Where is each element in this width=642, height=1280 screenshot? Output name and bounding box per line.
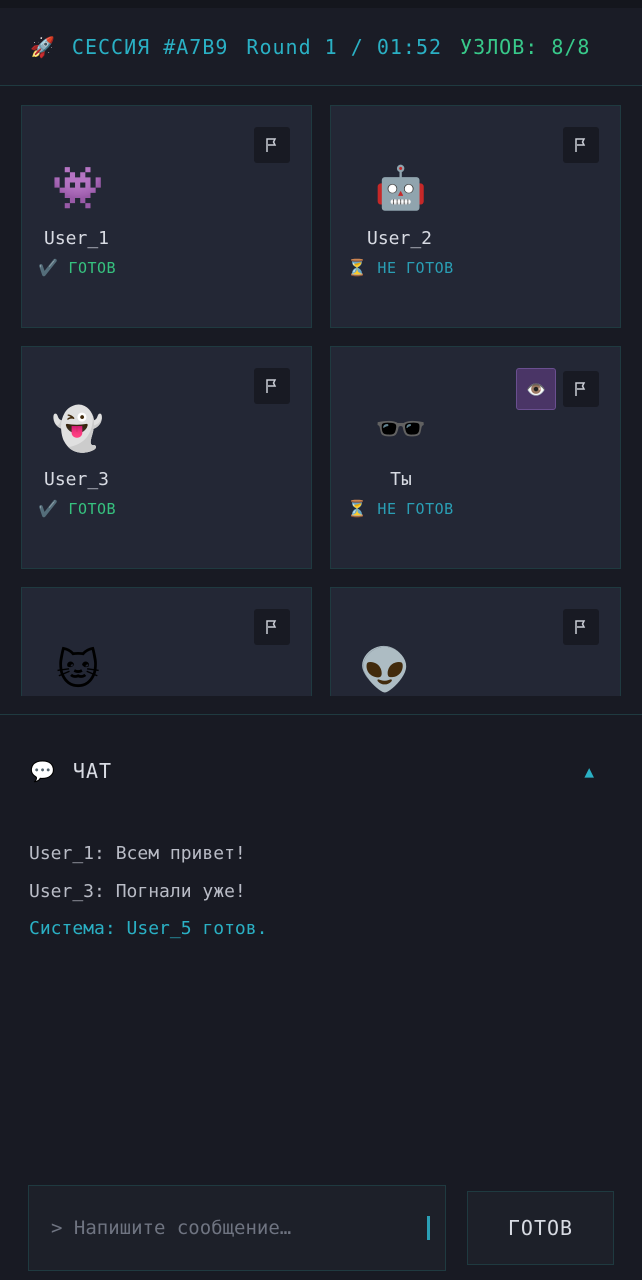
flag-icon — [266, 620, 277, 634]
status-label: НЕ ГОТОВ — [377, 499, 454, 518]
player-card-user-2: 🤖 User_2 ⏳ НЕ ГОТОВ — [330, 105, 621, 328]
status-badge: ⏳ НЕ ГОТОВ — [347, 258, 454, 277]
chat-message: User_3: Погнали уже! — [29, 880, 246, 902]
hourglass-icon: ⏳ — [347, 258, 368, 277]
status-badge: ✔️ ГОТОВ — [38, 499, 116, 518]
chat-messages: User_1: Всем привет! User_3: Погнали уже… — [29, 841, 609, 954]
speech-bubble-icon: 💬 — [30, 759, 55, 783]
flag-icon — [575, 620, 586, 634]
player-name: User_2 — [367, 228, 433, 249]
report-flag-button[interactable] — [563, 371, 599, 407]
text-caret — [427, 1216, 430, 1240]
spectate-button[interactable]: 👁️ — [516, 368, 556, 410]
chat-header[interactable]: 💬 ЧАТ ▲ — [30, 759, 612, 783]
session-header: 🚀 СЕССИЯ #A7B9 Round 1 / 01:52 УЗЛОВ: 8/… — [0, 0, 642, 86]
check-icon: ✔️ — [38, 499, 59, 518]
flag-icon — [575, 382, 586, 396]
player-card-user-5: 🐱 — [21, 587, 312, 696]
player-name: Ты — [390, 469, 412, 490]
avatar: 👽 — [358, 645, 412, 694]
avatar: 🤖 — [374, 163, 428, 212]
status-badge: ✔️ ГОТОВ — [38, 258, 116, 277]
player-card-user-6: 👽 — [330, 587, 621, 696]
status-badge: ⏳ НЕ ГОТОВ — [347, 499, 454, 518]
avatar: 👾 — [51, 163, 105, 212]
collapse-chevron-icon[interactable]: ▲ — [584, 762, 594, 781]
report-flag-button[interactable] — [563, 127, 599, 163]
status-label: ГОТОВ — [68, 258, 117, 277]
report-flag-button[interactable] — [254, 609, 290, 645]
players-grid: 👾 User_1 ✔️ ГОТОВ 🤖 User_2 ⏳ НЕ ГОТОВ 👻 … — [0, 86, 642, 696]
ready-button[interactable]: ГОТОВ — [467, 1191, 614, 1265]
report-flag-button[interactable] — [254, 127, 290, 163]
chat-input-placeholder: > Напишите сообщение… — [51, 1217, 292, 1239]
check-icon: ✔️ — [38, 258, 59, 277]
chat-input[interactable]: > Напишите сообщение… — [28, 1185, 446, 1271]
player-name: User_1 — [44, 228, 110, 249]
eye-icon: 👁️ — [526, 379, 546, 399]
player-name: User_3 — [44, 469, 110, 490]
status-label: ГОТОВ — [68, 499, 117, 518]
chat-panel: 💬 ЧАТ ▲ User_1: Всем привет! User_3: Пог… — [0, 714, 642, 1280]
avatar: 🐱 — [56, 645, 100, 694]
flag-icon — [266, 379, 277, 393]
hourglass-icon: ⏳ — [347, 499, 368, 518]
flag-icon — [266, 138, 277, 152]
round-timer: Round 1 / 01:52 — [246, 34, 443, 59]
avatar: 🕶️ — [374, 404, 428, 453]
player-card-self: 👁️ 🕶️ Ты ⏳ НЕ ГОТОВ — [330, 346, 621, 569]
report-flag-button[interactable] — [563, 609, 599, 645]
report-flag-button[interactable] — [254, 368, 290, 404]
flag-icon — [575, 138, 586, 152]
player-card-user-3: 👻 User_3 ✔️ ГОТОВ — [21, 346, 312, 569]
system-message: Система: User_5 готов. — [29, 918, 268, 939]
node-count: УЗЛОВ: 8/8 — [460, 34, 591, 59]
status-label: НЕ ГОТОВ — [377, 258, 454, 277]
rocket-icon: 🚀 — [30, 34, 56, 59]
avatar: 👻 — [51, 404, 105, 453]
chat-message: User_1: Всем привет! — [29, 843, 246, 864]
session-id: СЕССИЯ #A7B9 — [71, 34, 229, 59]
player-card-user-1: 👾 User_1 ✔️ ГОТОВ — [21, 105, 312, 328]
chat-title: ЧАТ — [72, 759, 113, 783]
